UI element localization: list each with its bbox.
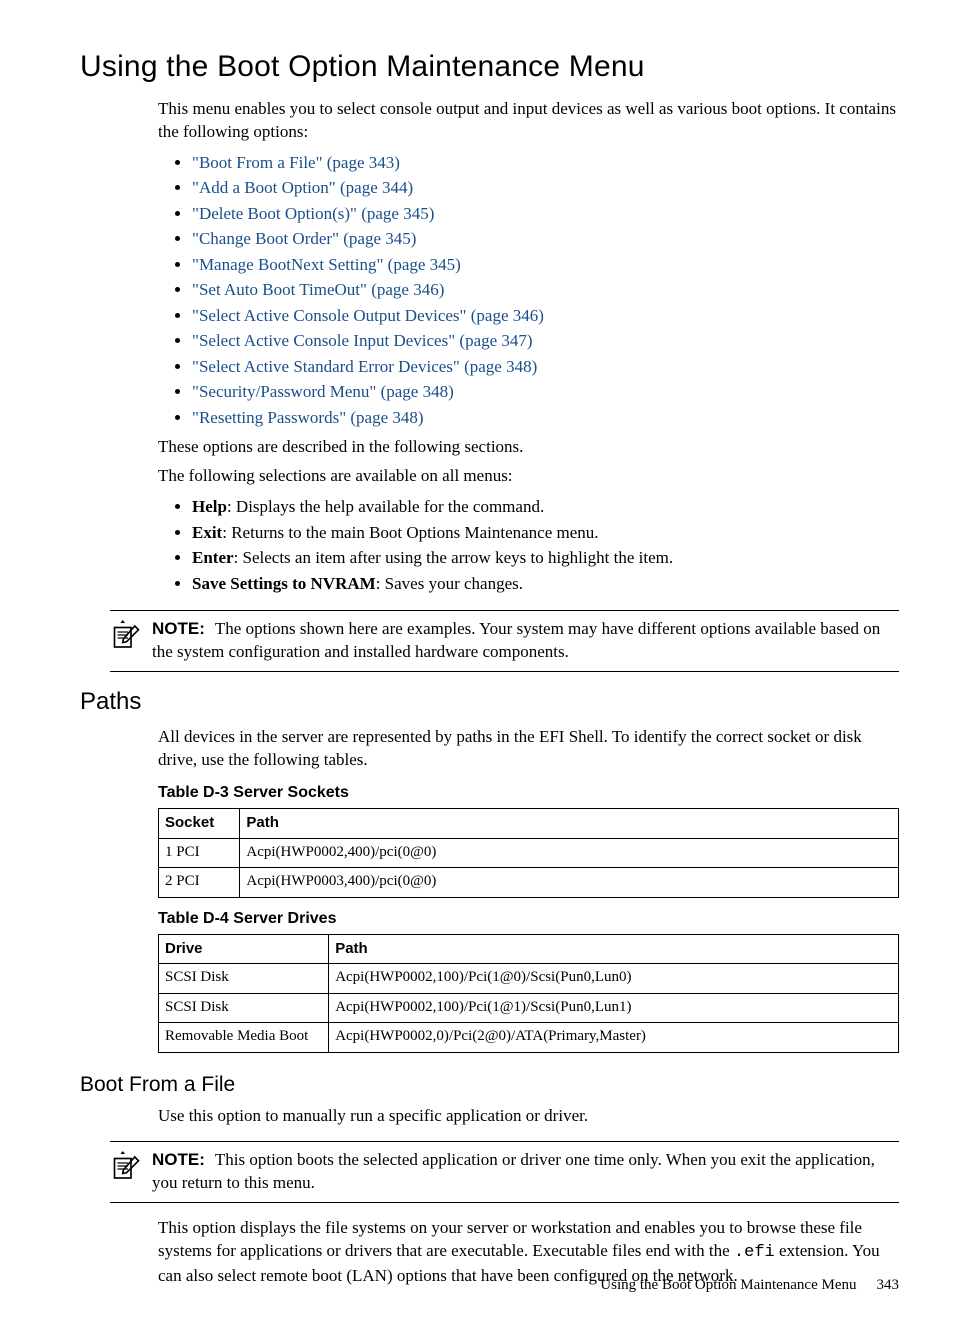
cell-path: Acpi(HWP0002,100)/Pci(1@0)/Scsi(Pun0,Lun… bbox=[329, 964, 899, 994]
desc-help: : Displays the help available for the co… bbox=[227, 497, 544, 516]
note-label: NOTE: bbox=[152, 619, 205, 638]
th-path: Path bbox=[240, 809, 899, 839]
term-enter: Enter bbox=[192, 548, 234, 567]
table-row: Removable Media Boot Acpi(HWP0002,0)/Pci… bbox=[159, 1023, 899, 1053]
table-row: 2 PCI Acpi(HWP0003,400)/pci(0@0) bbox=[159, 868, 899, 898]
described-paragraph: These options are described in the follo… bbox=[158, 436, 899, 459]
cell-drive: Removable Media Boot bbox=[159, 1023, 329, 1053]
term-help: Help bbox=[192, 497, 227, 516]
cell-path: Acpi(HWP0002,100)/Pci(1@1)/Scsi(Pun0,Lun… bbox=[329, 993, 899, 1023]
note-block-2: NOTE:This option boots the selected appl… bbox=[110, 1141, 899, 1203]
cell-socket: 1 PCI bbox=[159, 838, 240, 868]
cell-drive: SCSI Disk bbox=[159, 993, 329, 1023]
link-stderr-devices[interactable]: "Select Active Standard Error Devices" (… bbox=[192, 357, 537, 376]
boot-from-file-heading: Boot From a File bbox=[80, 1073, 899, 1097]
term-exit: Exit bbox=[192, 523, 222, 542]
paths-heading: Paths bbox=[80, 688, 899, 716]
efi-extension: .efi bbox=[734, 1243, 775, 1262]
link-security-password[interactable]: "Security/Password Menu" (page 348) bbox=[192, 382, 454, 401]
page-footer: Using the Boot Option Maintenance Menu 34… bbox=[600, 1277, 899, 1294]
th-socket: Socket bbox=[159, 809, 240, 839]
link-change-boot-order[interactable]: "Change Boot Order" (page 345) bbox=[192, 229, 416, 248]
desc-exit: : Returns to the main Boot Options Maint… bbox=[222, 523, 598, 542]
th-path: Path bbox=[329, 934, 899, 964]
table-d3-caption: Table D-3 Server Sockets bbox=[158, 784, 899, 802]
selection-item-save: Save Settings to NVRAM: Saves your chang… bbox=[192, 571, 899, 597]
table-server-drives: Drive Path SCSI Disk Acpi(HWP0002,100)/P… bbox=[158, 934, 899, 1053]
cell-socket: 2 PCI bbox=[159, 868, 240, 898]
link-auto-boot-timeout[interactable]: "Set Auto Boot TimeOut" (page 346) bbox=[192, 280, 444, 299]
intro-paragraph: This menu enables you to select console … bbox=[158, 98, 899, 144]
note-block-1: NOTE:The options shown here are examples… bbox=[110, 610, 899, 672]
selection-item-exit: Exit: Returns to the main Boot Options M… bbox=[192, 520, 899, 546]
note-text: This option boots the selected applicati… bbox=[152, 1150, 875, 1192]
table-row: SCSI Disk Acpi(HWP0002,100)/Pci(1@1)/Scs… bbox=[159, 993, 899, 1023]
link-add-boot-option[interactable]: "Add a Boot Option" (page 344) bbox=[192, 178, 413, 197]
selection-item-help: Help: Displays the help available for th… bbox=[192, 494, 899, 520]
boot-from-file-intro: Use this option to manually run a specif… bbox=[158, 1105, 899, 1128]
link-console-input[interactable]: "Select Active Console Input Devices" (p… bbox=[192, 331, 533, 350]
paths-intro: All devices in the server are represente… bbox=[158, 726, 899, 772]
option-link-list: "Boot From a File" (page 343) "Add a Boo… bbox=[158, 150, 899, 431]
footer-page: 343 bbox=[877, 1277, 900, 1293]
selections-paragraph: The following selections are available o… bbox=[158, 465, 899, 488]
table-server-sockets: Socket Path 1 PCI Acpi(HWP0002,400)/pci(… bbox=[158, 808, 899, 898]
page-heading: Using the Boot Option Maintenance Menu bbox=[80, 50, 899, 84]
note-label: NOTE: bbox=[152, 1150, 205, 1169]
cell-path: Acpi(HWP0003,400)/pci(0@0) bbox=[240, 868, 899, 898]
table-row: 1 PCI Acpi(HWP0002,400)/pci(0@0) bbox=[159, 838, 899, 868]
table-row: SCSI Disk Acpi(HWP0002,100)/Pci(1@0)/Scs… bbox=[159, 964, 899, 994]
footer-title: Using the Boot Option Maintenance Menu bbox=[600, 1277, 856, 1293]
selection-list: Help: Displays the help available for th… bbox=[158, 494, 899, 596]
note-icon bbox=[110, 620, 144, 655]
th-drive: Drive bbox=[159, 934, 329, 964]
link-reset-passwords[interactable]: "Resetting Passwords" (page 348) bbox=[192, 408, 424, 427]
desc-save: : Saves your changes. bbox=[376, 574, 523, 593]
link-boot-from-file[interactable]: "Boot From a File" (page 343) bbox=[192, 153, 400, 172]
link-manage-bootnext[interactable]: "Manage BootNext Setting" (page 345) bbox=[192, 255, 461, 274]
link-console-output[interactable]: "Select Active Console Output Devices" (… bbox=[192, 306, 544, 325]
desc-enter: : Selects an item after using the arrow … bbox=[234, 548, 674, 567]
selection-item-enter: Enter: Selects an item after using the a… bbox=[192, 545, 899, 571]
term-save: Save Settings to NVRAM bbox=[192, 574, 376, 593]
note-icon bbox=[110, 1151, 144, 1186]
cell-path: Acpi(HWP0002,0)/Pci(2@0)/ATA(Primary,Mas… bbox=[329, 1023, 899, 1053]
link-delete-boot-options[interactable]: "Delete Boot Option(s)" (page 345) bbox=[192, 204, 434, 223]
cell-drive: SCSI Disk bbox=[159, 964, 329, 994]
table-d4-caption: Table D-4 Server Drives bbox=[158, 910, 899, 928]
cell-path: Acpi(HWP0002,400)/pci(0@0) bbox=[240, 838, 899, 868]
note-text: The options shown here are examples. You… bbox=[152, 619, 880, 661]
